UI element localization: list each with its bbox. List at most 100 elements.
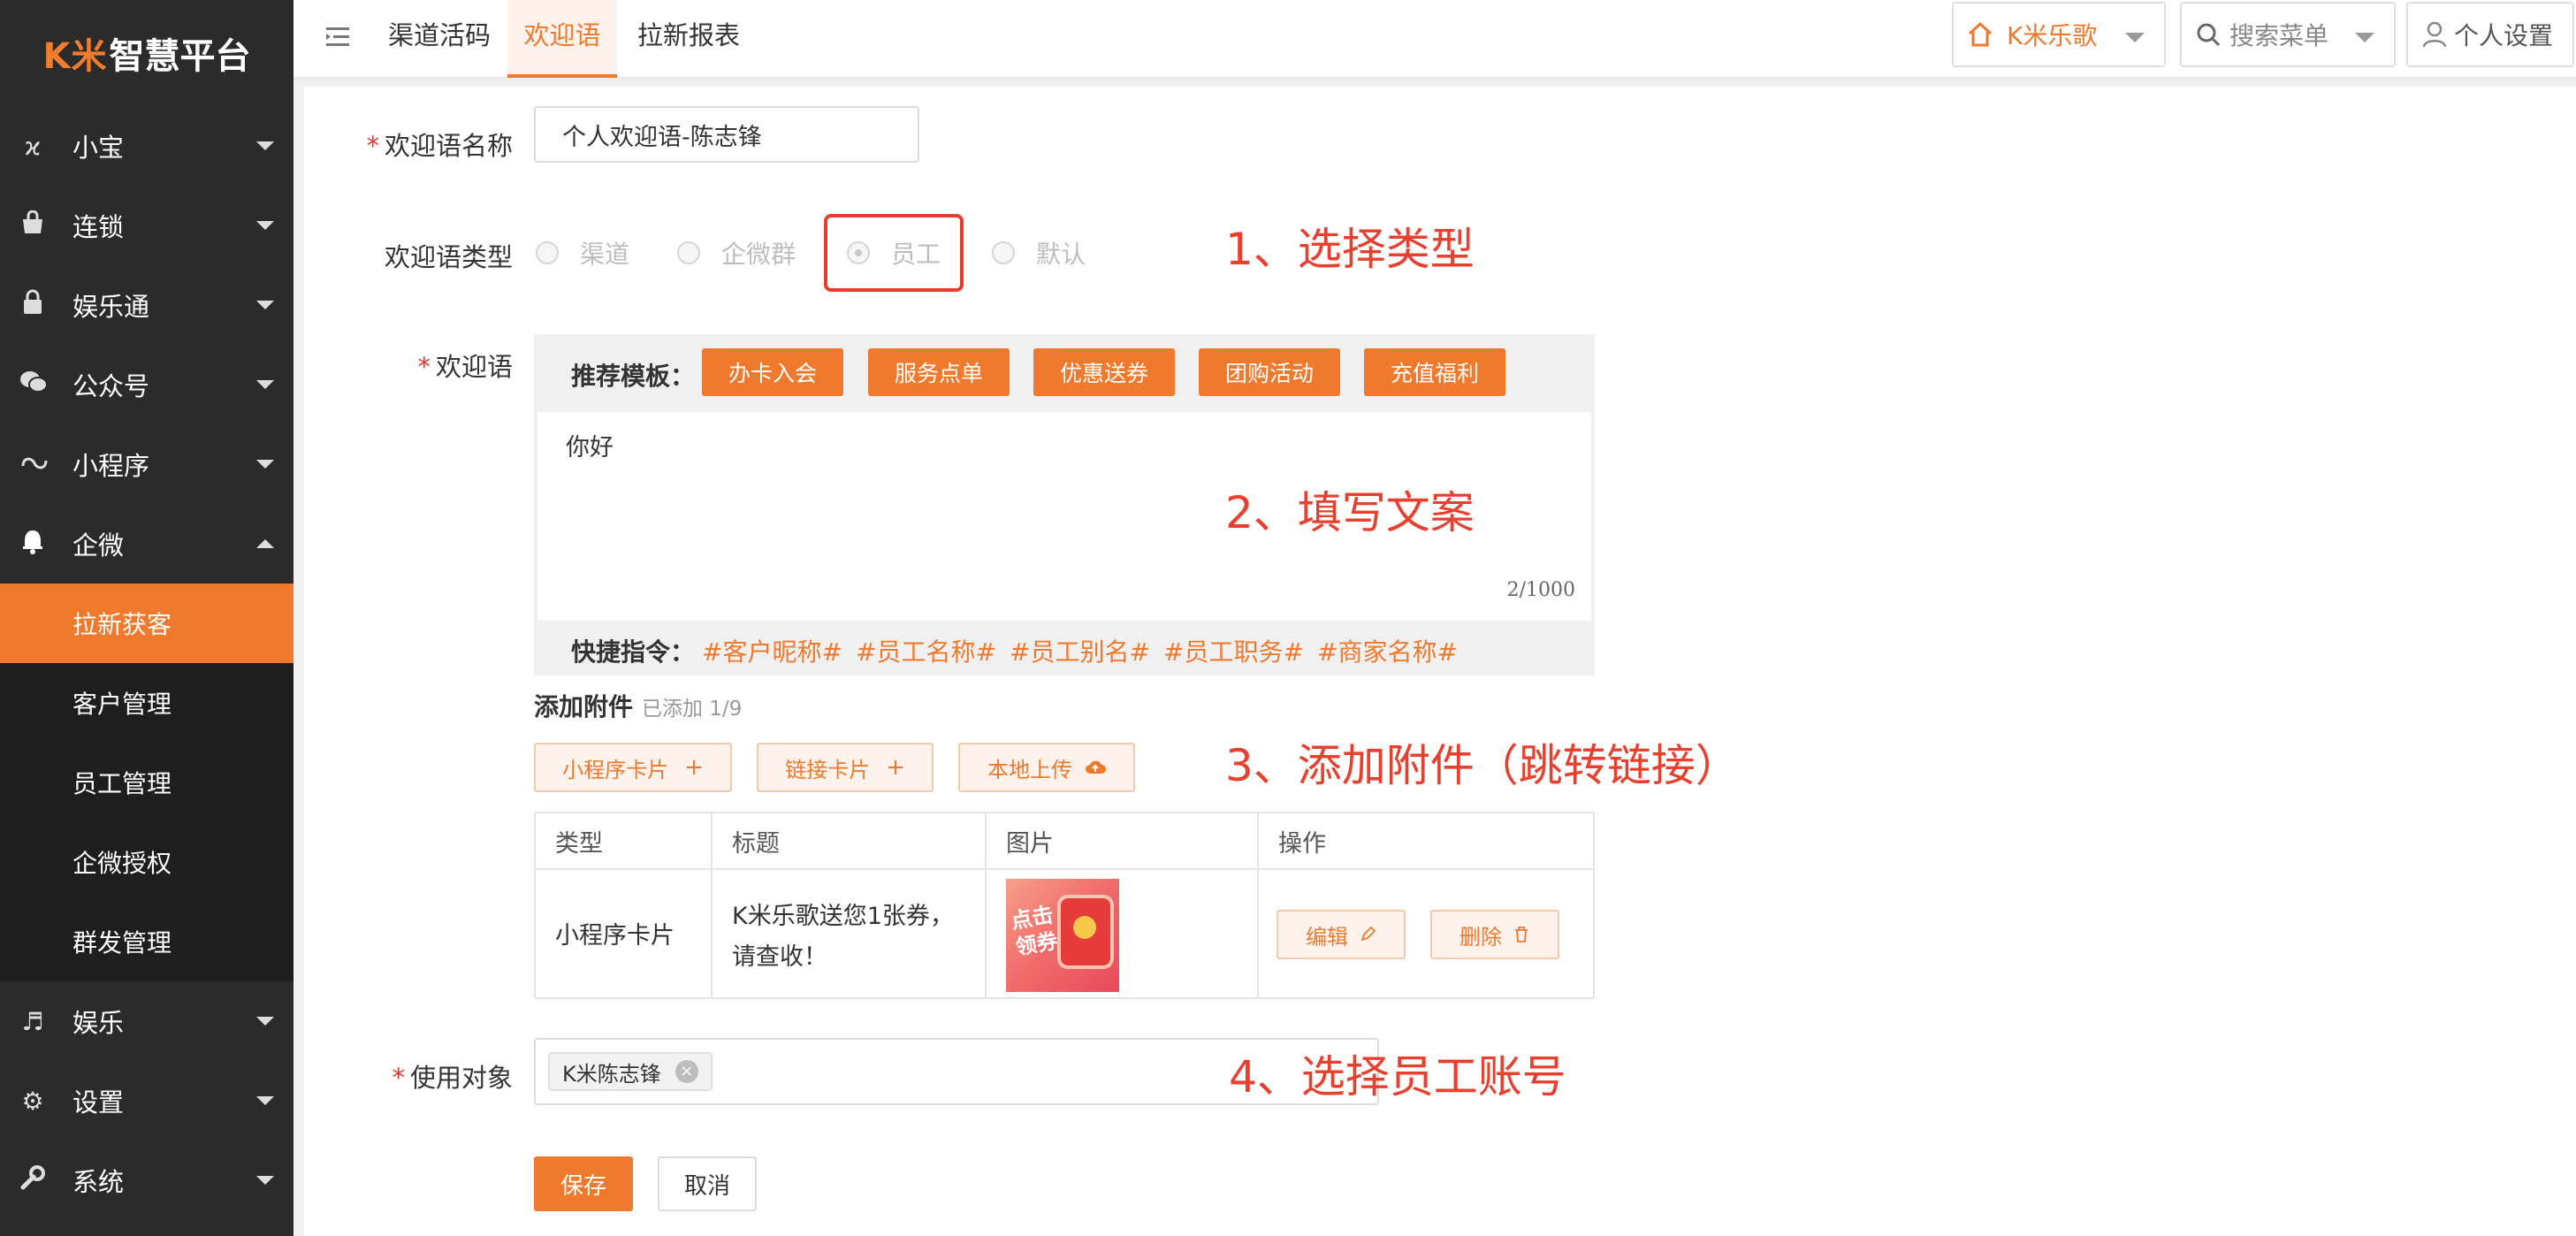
edit-button[interactable]: 编辑 [1277, 910, 1406, 959]
tab-channel-code[interactable]: 渠道活码 [382, 0, 497, 78]
wrench-icon [19, 1164, 46, 1197]
template-button-order[interactable]: 服务点单 [868, 348, 1010, 396]
type-radio-staff[interactable]: 员工 [847, 235, 941, 271]
sidebar-item-label: 娱乐 [72, 1008, 125, 1038]
top-bar: 渠道活码 欢迎语 拉新报表 K米乐歌 搜索菜单 个人设置 [293, 0, 2576, 78]
sidebar-item-label: 小宝 [72, 133, 125, 163]
user-settings[interactable]: 个人设置 [2406, 2, 2574, 67]
sidebar-item-gongzhonghao[interactable]: 公众号 [0, 345, 293, 424]
char-count: 2/1000 [1506, 579, 1575, 601]
type-radio-channel[interactable]: 渠道 [536, 235, 629, 271]
welcome-label: * 欢迎语 [417, 352, 513, 382]
menu-fold-icon[interactable] [320, 21, 355, 57]
sidebar-item-entertainment[interactable]: ♬ 娱乐 [0, 981, 293, 1061]
sidebar-item-label: 小程序 [72, 451, 150, 481]
header-type: 类型 [536, 813, 713, 868]
cloud-upload-icon [1085, 759, 1106, 775]
tab-welcome[interactable]: 欢迎语 [507, 0, 617, 78]
radio-circle [677, 241, 700, 264]
chevron-down-icon [256, 141, 274, 150]
header-title: 标题 [713, 813, 987, 868]
chevron-up-icon [256, 539, 274, 548]
search-icon [2196, 22, 2221, 47]
tab-report[interactable]: 拉新报表 [629, 0, 748, 78]
template-button-coupon[interactable]: 优惠送券 [1033, 348, 1175, 396]
home-icon [1966, 21, 1994, 48]
search-menu[interactable]: 搜索菜单 [2180, 2, 2396, 67]
trash-icon [1513, 926, 1530, 943]
sidebar-item-qiwei[interactable]: 企微 [0, 504, 293, 584]
type-label: 欢迎语类型 [384, 242, 513, 272]
target-tag: K米陈志锋 × [548, 1052, 713, 1091]
plus-icon: + [684, 754, 704, 781]
welcome-name-input[interactable]: 个人欢迎语-陈志锋 [534, 106, 919, 163]
template-button-group[interactable]: 团购活动 [1199, 348, 1340, 396]
store-select[interactable]: K米乐歌 [1952, 2, 2166, 67]
shortcut-customer-nickname[interactable]: #客户昵称# [702, 633, 842, 668]
radio-circle-checked [847, 241, 870, 264]
store-name: K米乐歌 [2007, 21, 2098, 50]
sidebar-item-settings[interactable]: ⚙ 设置 [0, 1061, 293, 1141]
sidebar-subitem-customers[interactable]: 客户管理 [0, 663, 293, 743]
sidebar-subitem-lagged[interactable]: 拉新获客 [0, 584, 293, 663]
cell-title: K米乐歌送您1张券，请查收！ [713, 870, 987, 997]
save-button[interactable]: 保存 [534, 1156, 633, 1211]
sidebar-subitem-staff[interactable]: 员工管理 [0, 743, 293, 822]
table-header: 类型 标题 图片 操作 [536, 813, 1593, 870]
shortcut-staff-title[interactable]: #员工职务# [1163, 633, 1304, 668]
search-placeholder: 搜索菜单 [2229, 21, 2329, 50]
bell-icon [19, 528, 46, 561]
close-icon[interactable]: × [674, 1060, 698, 1083]
sidebar-item-label: 公众号 [72, 371, 150, 401]
sidebar-item-label: 连锁 [72, 212, 125, 242]
logo: K米 智慧平台 [0, 0, 293, 106]
add-mini-program-card-button[interactable]: 小程序卡片 + [534, 743, 732, 792]
chevron-down-icon [256, 301, 274, 309]
pencil-icon [1359, 926, 1376, 943]
shortcut-staff-alias[interactable]: #员工别名# [1010, 633, 1150, 668]
welcome-form: * 欢迎语名称 个人欢迎语-陈志锋 欢迎语类型 渠道 企微群 员工 默认 1、选择… [304, 87, 2576, 1236]
sidebar-subitem-auth[interactable]: 企微授权 [0, 822, 293, 902]
sidebar-item-chain[interactable]: 连锁 [0, 186, 293, 265]
table-row: 小程序卡片 K米乐歌送您1张券，请查收！ 点击领券 编辑 删除 [536, 870, 1593, 997]
sidebar-item-mini-program[interactable]: 小程序 [0, 424, 293, 504]
annotation-step-1: 1、选择类型 [1225, 224, 1475, 275]
sidebar-item-xiaobao[interactable]: ϰ 小宝 [0, 106, 293, 186]
user-icon [2422, 21, 2447, 48]
add-link-card-button[interactable]: 链接卡片 + [757, 743, 934, 792]
type-radio-group[interactable]: 企微群 [677, 235, 796, 271]
welcome-text: 你好 [566, 434, 614, 462]
shortcut-merchant-name[interactable]: #商家名称# [1317, 633, 1458, 668]
annotation-step-2: 2、填写文案 [1225, 487, 1475, 538]
chevron-down-icon [2355, 33, 2374, 42]
cell-actions: 编辑 删除 [1259, 870, 1593, 997]
radio-circle [992, 241, 1015, 264]
xiaobao-icon: ϰ [24, 131, 42, 161]
sidebar-item-yuletong[interactable]: 娱乐通 [0, 265, 293, 345]
sidebar-item-system[interactable]: 系统 [0, 1141, 293, 1220]
shortcut-staff-name[interactable]: #员工名称# [856, 633, 996, 668]
delete-button[interactable]: 删除 [1430, 910, 1559, 959]
lock-icon [19, 289, 46, 322]
coupon-image: 点击领券 [1006, 879, 1119, 992]
cell-type: 小程序卡片 [536, 870, 713, 997]
sidebar-subitem-broadcast[interactable]: 群发管理 [0, 902, 293, 981]
template-button-card[interactable]: 办卡入会 [702, 348, 843, 396]
chevron-down-icon [256, 1176, 274, 1185]
header-image: 图片 [987, 813, 1259, 868]
attach-title: 添加附件 [534, 692, 634, 721]
radio-circle [536, 241, 559, 264]
sidebar-item-label: 系统 [72, 1167, 125, 1197]
chevron-down-icon [256, 1017, 274, 1026]
local-upload-button[interactable]: 本地上传 [958, 743, 1135, 792]
cancel-button[interactable]: 取消 [658, 1156, 757, 1211]
template-button-recharge[interactable]: 充值福利 [1364, 348, 1505, 396]
cell-image: 点击领券 [987, 870, 1259, 997]
target-label: * 使用对象 [392, 1063, 513, 1093]
annotation-step-4: 4、选择员工账号 [1229, 1051, 1566, 1102]
chevron-down-icon [256, 221, 274, 230]
plus-icon: + [886, 754, 905, 781]
sidebar-item-label: 设置 [72, 1087, 125, 1118]
type-radio-default[interactable]: 默认 [992, 235, 1086, 271]
logo-title: 智慧平台 [109, 36, 251, 77]
